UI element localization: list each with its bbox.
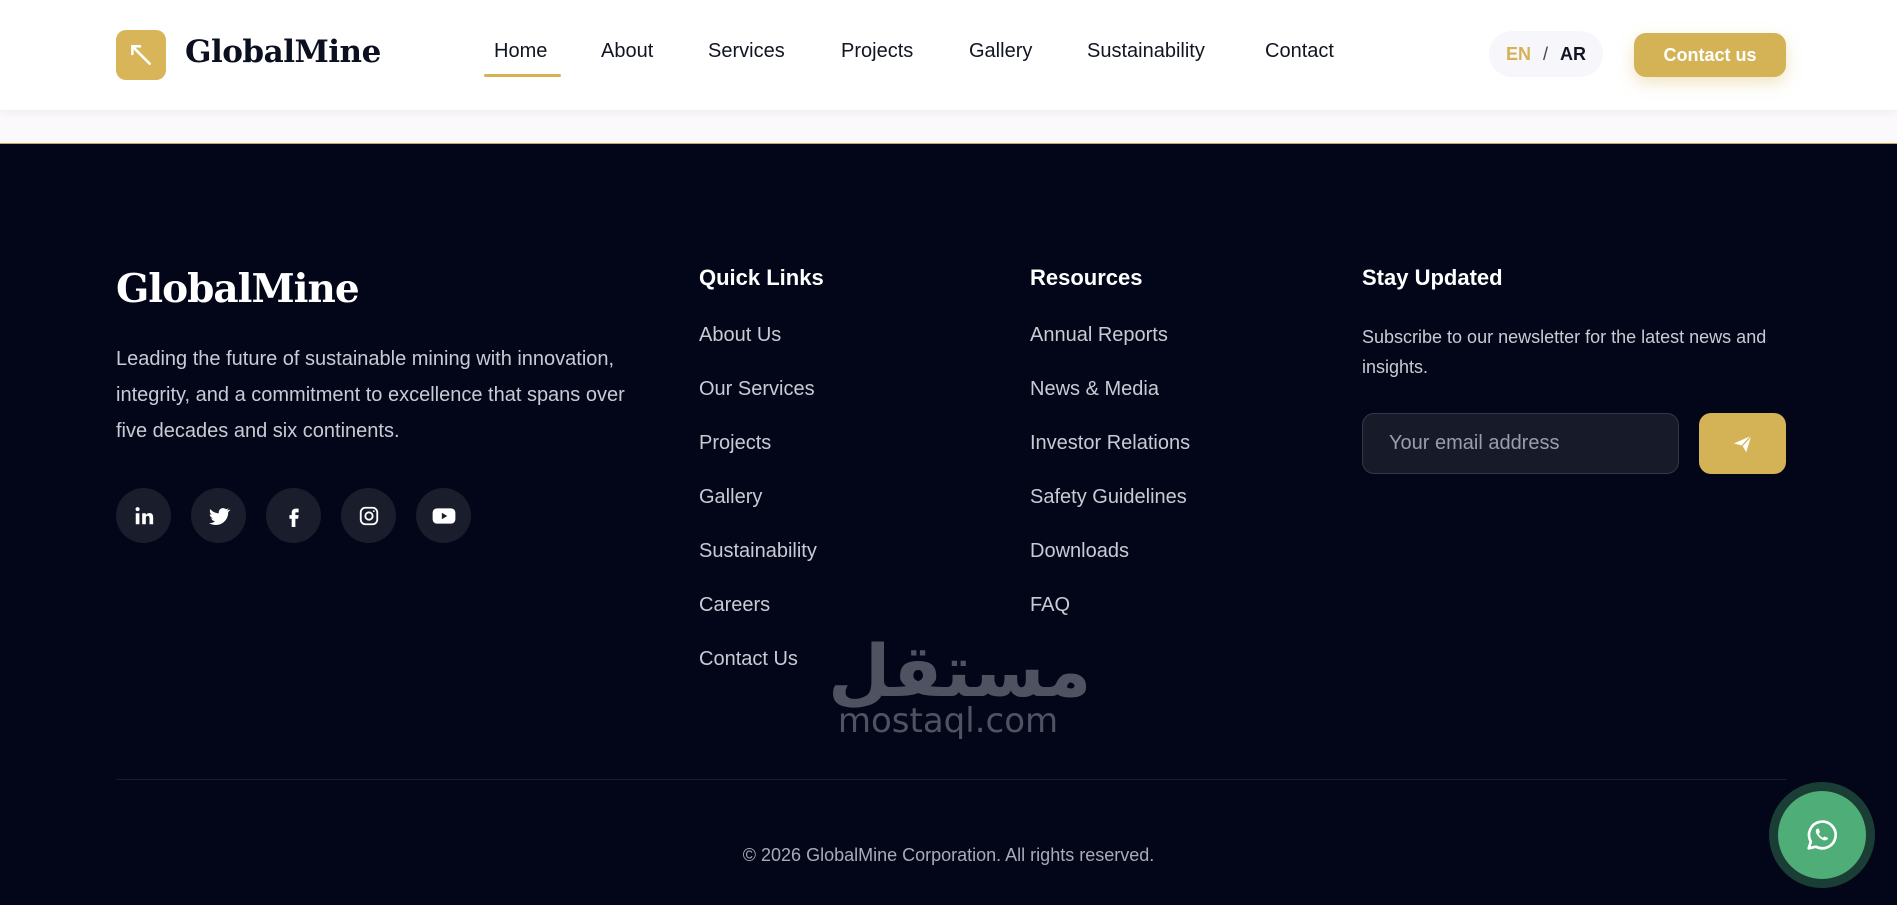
- send-icon: [1733, 434, 1752, 452]
- resources-title: Resources: [1030, 265, 1143, 290]
- youtube-icon[interactable]: [416, 488, 471, 543]
- social-links: [116, 488, 471, 543]
- nav-gallery[interactable]: Gallery: [969, 40, 1032, 63]
- footer-brand[interactable]: GlobalMine: [116, 266, 360, 312]
- copyright-text: © 2026 GlobalMine Corporation. All right…: [742, 845, 1155, 865]
- resource-safety-guidelines[interactable]: Safety Guidelines: [1030, 485, 1190, 539]
- brand-name[interactable]: GlobalMine: [185, 34, 381, 70]
- nav-services[interactable]: Services: [708, 40, 785, 63]
- resource-investor-relations[interactable]: Investor Relations: [1030, 431, 1190, 485]
- newsletter-text: Subscribe to our newsletter for the late…: [1362, 327, 1767, 377]
- nav-projects[interactable]: Projects: [841, 40, 913, 63]
- quick-link-contact-us[interactable]: Contact Us: [699, 647, 817, 701]
- quick-link-gallery[interactable]: Gallery: [699, 485, 817, 539]
- instagram-icon[interactable]: [341, 488, 396, 543]
- quick-link-our-services[interactable]: Our Services: [699, 377, 817, 431]
- resource-annual-reports[interactable]: Annual Reports: [1030, 323, 1190, 377]
- lang-separator: /: [1543, 43, 1549, 64]
- resources-list: Annual Reports News & Media Investor Rel…: [1030, 323, 1190, 647]
- language-switcher: EN / AR: [1489, 31, 1603, 77]
- active-nav-indicator: [484, 74, 561, 77]
- nav-contact[interactable]: Contact: [1265, 40, 1334, 63]
- footer-divider: [116, 779, 1786, 780]
- newsletter-title: Stay Updated: [1362, 265, 1503, 290]
- site-header: GlobalMine Home About Services Projects …: [0, 0, 1897, 110]
- quick-link-careers[interactable]: Careers: [699, 593, 817, 647]
- quick-link-about-us[interactable]: About Us: [699, 323, 817, 377]
- quick-link-projects[interactable]: Projects: [699, 431, 817, 485]
- linkedin-icon[interactable]: [116, 488, 171, 543]
- contact-us-button[interactable]: Contact us: [1634, 33, 1786, 77]
- site-footer: GlobalMine Leading the future of sustain…: [0, 145, 1897, 905]
- nav-about[interactable]: About: [601, 40, 653, 63]
- newsletter-submit-button[interactable]: [1699, 413, 1786, 474]
- nav-sustainability[interactable]: Sustainability: [1087, 40, 1205, 63]
- lang-ar-option[interactable]: AR: [1560, 44, 1586, 65]
- twitter-icon[interactable]: [191, 488, 246, 543]
- pickaxe-logo-icon[interactable]: [116, 30, 166, 80]
- resource-faq[interactable]: FAQ: [1030, 593, 1190, 647]
- facebook-icon[interactable]: [266, 488, 321, 543]
- nav-home[interactable]: Home: [494, 40, 547, 63]
- whatsapp-icon: [1778, 791, 1866, 879]
- quick-links-list: About Us Our Services Projects Gallery S…: [699, 323, 817, 701]
- newsletter-email-input[interactable]: [1362, 413, 1679, 474]
- whatsapp-button[interactable]: [1769, 782, 1875, 888]
- resource-news-media[interactable]: News & Media: [1030, 377, 1190, 431]
- quick-links-title: Quick Links: [699, 265, 824, 290]
- footer-description: Leading the future of sustainable mining…: [116, 348, 625, 442]
- lang-en-option[interactable]: EN: [1506, 44, 1531, 65]
- section-strip: [0, 110, 1897, 144]
- resource-downloads[interactable]: Downloads: [1030, 539, 1190, 593]
- quick-link-sustainability[interactable]: Sustainability: [699, 539, 817, 593]
